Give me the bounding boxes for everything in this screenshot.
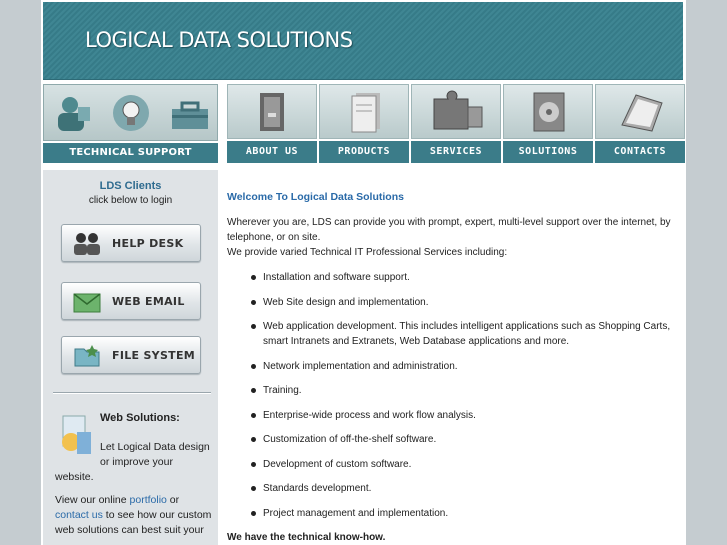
web-solutions-line1-tail: website. [55,471,94,483]
list-item: Enterprise-wide process and work flow an… [227,408,677,423]
nav-label-contacts[interactable]: CONTACTS [595,141,685,163]
portfolio-link[interactable]: portfolio [130,494,167,506]
list-item: Standards development. [227,481,677,496]
folder-icon [74,345,100,367]
main-nav: ABOUT US PRODUCTS SERVICES SOLUTIONS CON… [227,84,685,163]
web-solutions-line1: Let Logical Data design or improve your [100,441,210,468]
web-solutions-title: Web Solutions: [100,412,180,424]
intro-text: Wherever you are, LDS can provide you wi… [227,215,677,260]
envelope-icon [73,293,101,313]
clients-subtitle: click below to login [88,195,173,206]
clients-title: LDS Clients [99,180,162,192]
binder-icon [260,93,284,131]
para2-before: View our online [55,494,130,506]
list-item: Customization of off-the-shelf software. [227,432,677,447]
help-desk-button[interactable]: HELP DESK [61,224,201,262]
nav-item-about-us[interactable]: ABOUT US [227,84,317,163]
nav-item-contacts[interactable]: CONTACTS [595,84,685,163]
list-item: Training. [227,383,677,398]
tagline: We have the technical know-how. [227,532,386,543]
nav-label-services[interactable]: SERVICES [411,141,501,163]
list-item: Web application development. This includ… [227,319,677,349]
nav-image-services[interactable] [411,84,501,139]
nav-image-contacts[interactable] [595,84,685,139]
services-list: Installation and software support. Web S… [227,270,677,521]
file-system-label[interactable]: FILE SYSTEM [112,337,195,375]
intro-paragraph-1: Wherever you are, LDS can provide you wi… [227,217,671,243]
header-banner: LOGICAL DATA SOLUTIONS [43,2,683,80]
nav-image-solutions[interactable] [503,84,593,139]
people-icon [74,233,100,255]
sidebar: LDS Clients click below to login HELP DE… [43,170,218,545]
web-email-button[interactable]: WEB EMAIL [61,282,201,320]
help-desk-label[interactable]: HELP DESK [112,225,183,263]
nav-item-solutions[interactable]: SOLUTIONS [503,84,593,163]
puzzle-icon [433,90,483,130]
technical-support-label[interactable]: TECHNICAL SUPPORT [43,143,218,163]
nav-label-products[interactable]: PRODUCTS [319,141,409,163]
file-system-button[interactable]: FILE SYSTEM [61,336,201,374]
user-icon [58,97,90,131]
cd-case-icon [533,92,565,132]
web-solutions-text: Let Logical Data design or improve your … [55,440,213,538]
document-stack-icon [351,93,380,133]
toolbox-icon [172,101,208,129]
main-content: Welcome To Logical Data Solutions Wherev… [227,190,677,545]
web-email-label[interactable]: WEB EMAIL [112,283,185,321]
list-item: Network implementation and administratio… [227,359,677,374]
address-book-icon [621,94,663,132]
page-container: LOGICAL DATA SOLUTIONS TECHNICAL SUPPORT [41,0,686,545]
web-solutions-para2: View our online portfolio or contact us … [55,493,213,538]
nav-item-services[interactable]: SERVICES [411,84,501,163]
intro-paragraph-2: We provide varied Technical IT Professio… [227,247,508,258]
site-title: LOGICAL DATA SOLUTIONS [85,28,353,52]
lightbulb-icon [113,95,149,131]
nav-label-solutions[interactable]: SOLUTIONS [503,141,593,163]
nav-image-products[interactable] [319,84,409,139]
welcome-heading: Welcome To Logical Data Solutions [227,191,404,203]
list-item: Development of custom software. [227,457,677,472]
contact-us-link[interactable]: contact us [55,509,103,521]
nav-image-about-us[interactable] [227,84,317,139]
list-item: Installation and software support. [227,270,677,285]
nav-item-products[interactable]: PRODUCTS [319,84,409,163]
list-item: Project management and implementation. [227,506,677,521]
list-item: Web Site design and implementation. [227,295,677,310]
para2-mid: or [166,494,180,506]
sidebar-divider [53,392,211,394]
technical-support-block[interactable]: TECHNICAL SUPPORT [43,84,218,163]
nav-label-about-us[interactable]: ABOUT US [227,141,317,163]
technical-support-image[interactable] [43,84,218,141]
